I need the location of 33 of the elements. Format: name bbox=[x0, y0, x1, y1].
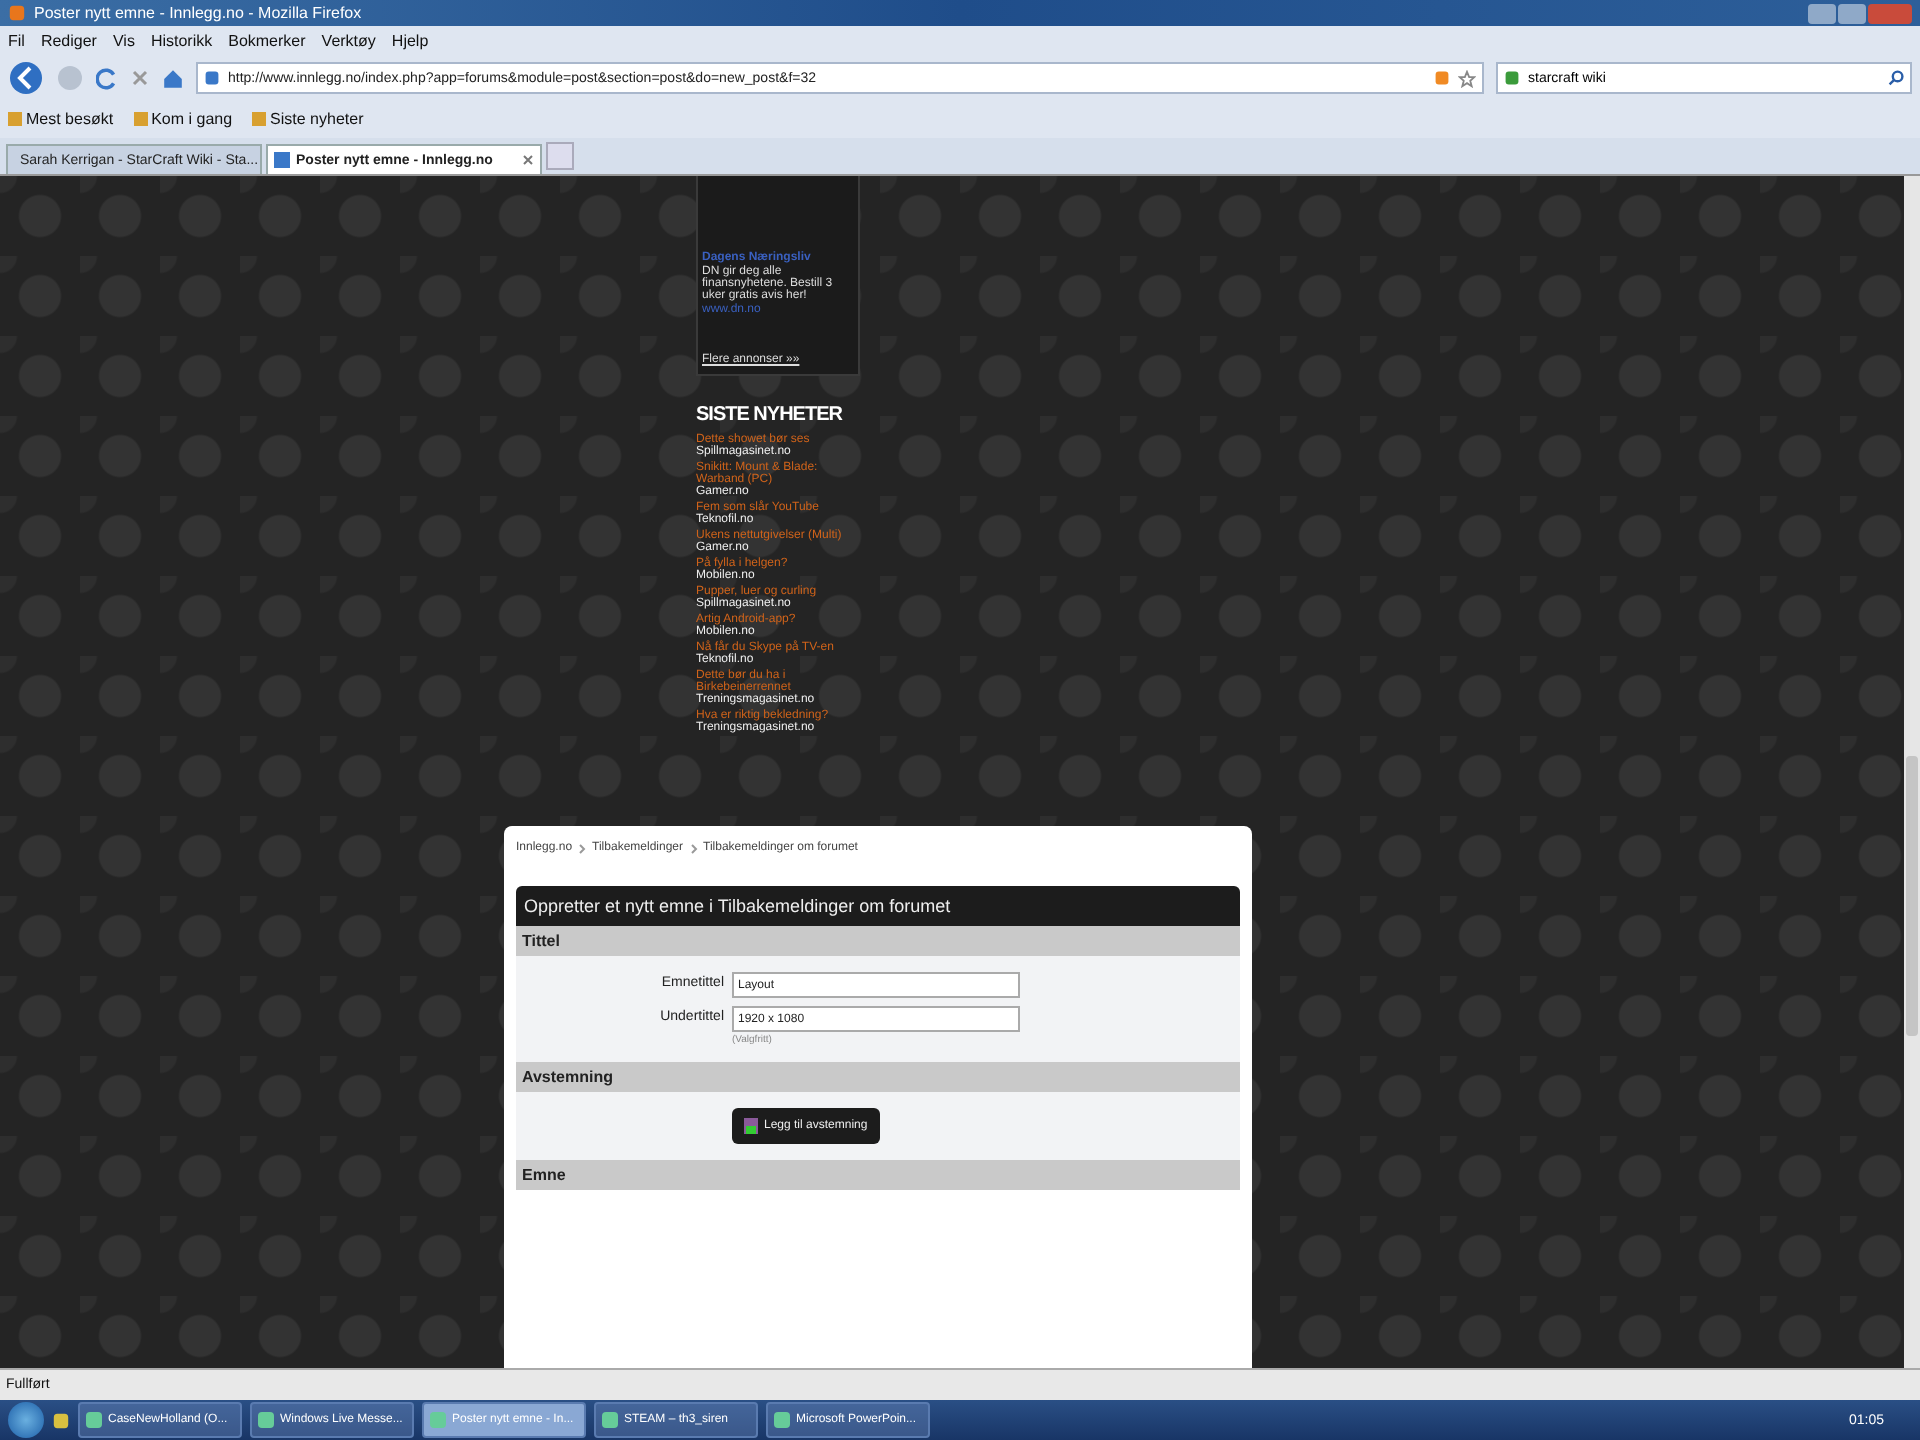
menu-item[interactable]: Vis bbox=[112, 32, 135, 50]
window-title: Poster nytt emne - Innlegg.no - Mozilla Firefox bbox=[34, 4, 362, 22]
star-icon[interactable] bbox=[1458, 69, 1476, 87]
start-button[interactable] bbox=[8, 1402, 44, 1438]
bookmark[interactable]: Kom i gang bbox=[133, 110, 233, 128]
chevron-icon bbox=[689, 843, 697, 853]
minimize-button[interactable] bbox=[1808, 3, 1836, 23]
section-header: Emne bbox=[516, 1160, 1240, 1190]
bookmark[interactable]: Siste nyheter bbox=[252, 110, 364, 128]
section-header: Avstemning bbox=[516, 1062, 1240, 1092]
home-icon[interactable] bbox=[162, 67, 184, 89]
menu-item[interactable]: Historikk bbox=[150, 32, 213, 50]
bookmark-icon bbox=[252, 112, 267, 126]
reload-icon[interactable] bbox=[96, 67, 118, 89]
stop-icon[interactable] bbox=[130, 68, 150, 88]
menu-item[interactable]: Bokmerker bbox=[228, 32, 306, 50]
chevron-icon bbox=[578, 843, 587, 853]
bookmark-icon bbox=[8, 112, 22, 126]
menu-item[interactable]: Rediger bbox=[40, 32, 97, 50]
menu-item[interactable]: Hjelp bbox=[391, 32, 429, 50]
poll-icon bbox=[744, 1118, 758, 1134]
back-icon[interactable] bbox=[8, 60, 44, 96]
menu-item[interactable]: Verktøy bbox=[321, 32, 376, 50]
bookmark-icon bbox=[133, 112, 148, 126]
news-heading: SISTE NYHETER bbox=[696, 404, 845, 426]
bookmark[interactable]: Mest besøkt bbox=[8, 110, 114, 128]
form-heading: Oppretter et nytt emne i Tilbakemeldinger om forumet bbox=[516, 886, 1240, 926]
maximize-button[interactable] bbox=[1838, 3, 1866, 23]
search-icon[interactable] bbox=[1888, 70, 1904, 86]
close-icon[interactable] bbox=[522, 154, 534, 166]
section-header: Tittel bbox=[516, 926, 1240, 956]
menu-item[interactable]: Fil bbox=[8, 32, 25, 50]
scrollbar[interactable] bbox=[1904, 176, 1920, 1368]
